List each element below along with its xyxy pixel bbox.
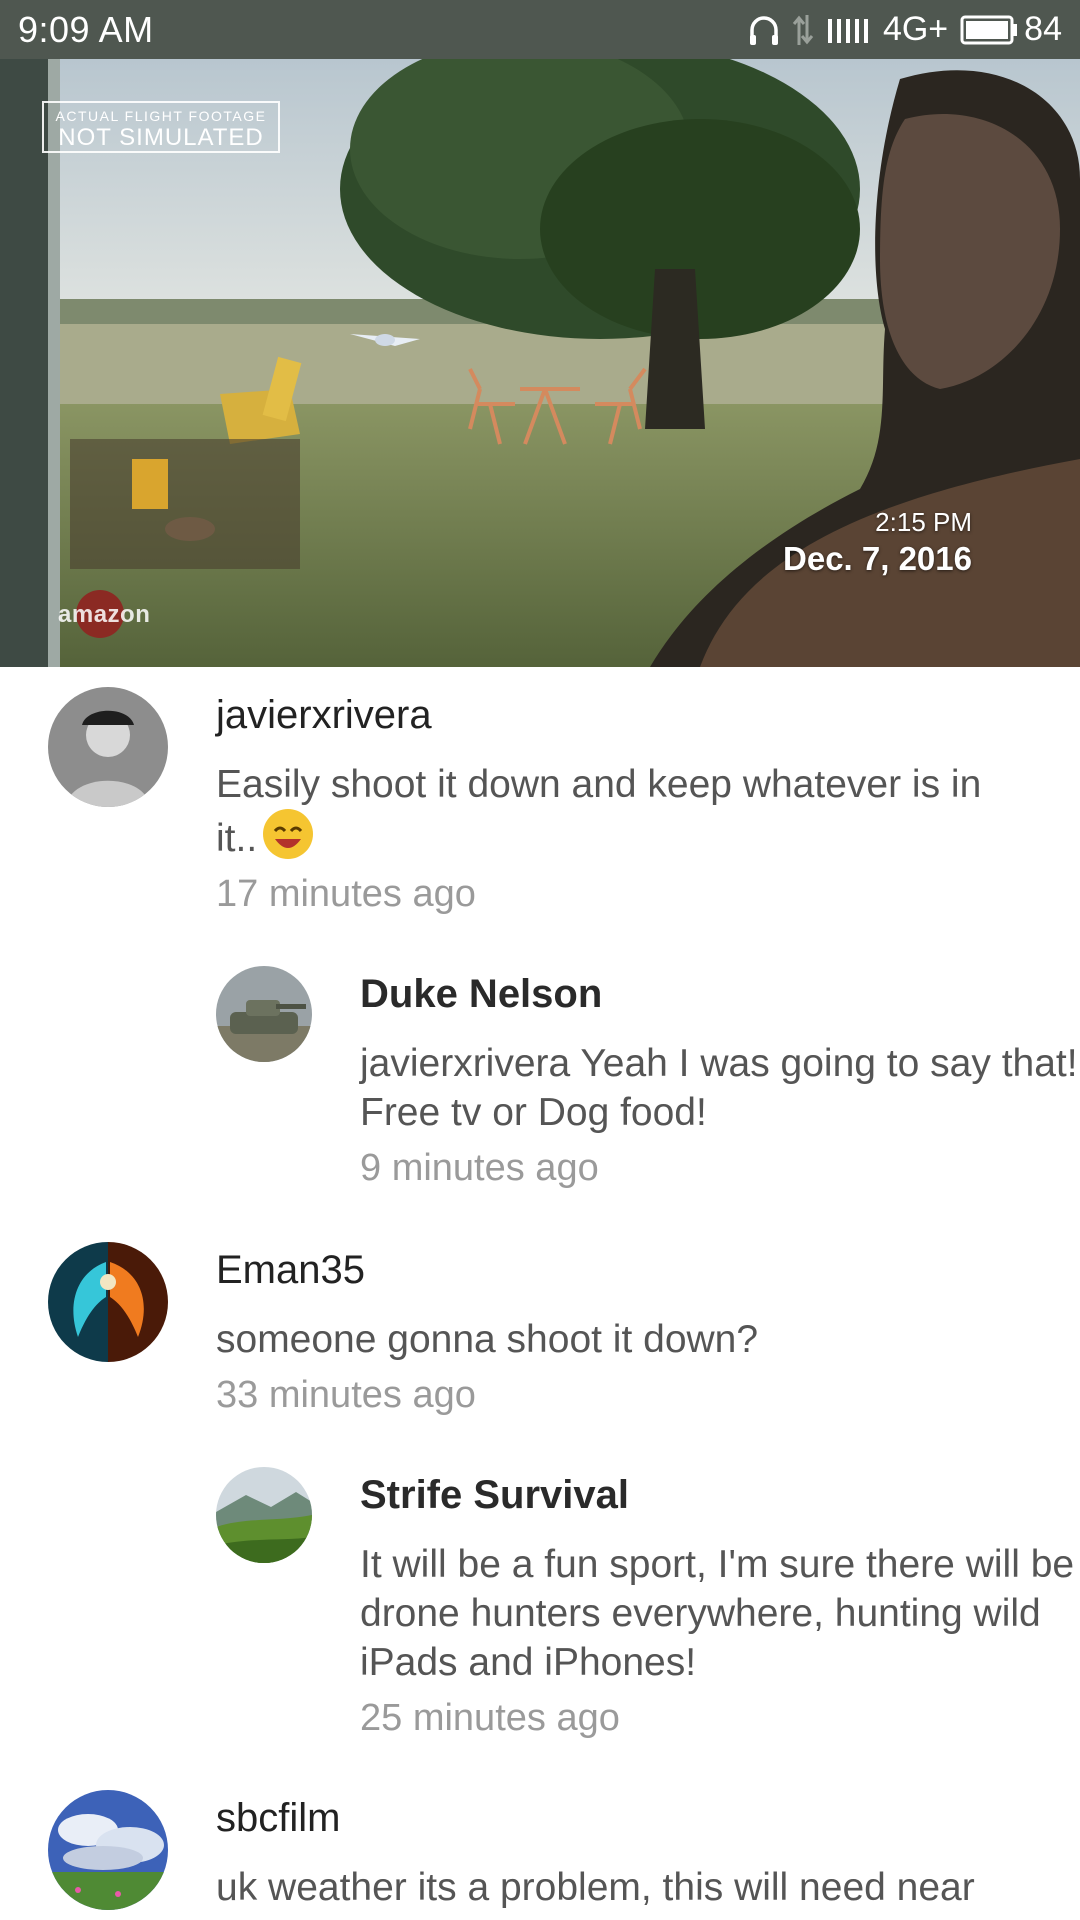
comment-author[interactable]: Strife Survival bbox=[360, 1473, 1080, 1518]
video-date: Dec. 7, 2016 bbox=[783, 540, 972, 577]
comment-author[interactable]: Duke Nelson bbox=[360, 972, 1080, 1017]
comment-text: Easily shoot it down and keep whatever i… bbox=[216, 760, 1006, 863]
video-player[interactable]: ACTUAL FLIGHT FOOTAGE NOT SIMULATED 2:15… bbox=[0, 59, 1080, 667]
comment-list: javierxrivera Easily shoot it down and k… bbox=[0, 667, 1080, 1920]
comment-body: javierxrivera Easily shoot it down and k… bbox=[216, 687, 1006, 916]
comment-body: sbcfilm uk weather its a problem, this w… bbox=[216, 1790, 1006, 1920]
comment-author[interactable]: sbcfilm bbox=[216, 1796, 1006, 1841]
comment-author[interactable]: Eman35 bbox=[216, 1248, 1006, 1293]
data-arrows-icon bbox=[791, 13, 815, 47]
badge-line2: NOT SIMULATED bbox=[58, 124, 264, 151]
avatar[interactable] bbox=[48, 1790, 168, 1910]
battery-indicator: 84 bbox=[960, 10, 1062, 49]
reply-item: Duke Nelson javierxrivera Yeah I was goi… bbox=[0, 966, 1080, 1190]
comment-author[interactable]: javierxrivera bbox=[216, 693, 1006, 738]
comment-text: someone gonna shoot it down? bbox=[216, 1318, 759, 1361]
comment-time: 9 minutes ago bbox=[360, 1147, 599, 1189]
avatar[interactable] bbox=[48, 1242, 168, 1362]
comment-time: 33 minutes ago bbox=[216, 1374, 476, 1416]
reply-item: Strife Survival It will be a fun sport, … bbox=[0, 1467, 1080, 1740]
comment-item: sbcfilm uk weather its a problem, this w… bbox=[0, 1790, 1080, 1920]
brand-logo: amazon bbox=[58, 601, 151, 628]
comment-text-content: Easily shoot it down and keep whatever i… bbox=[216, 763, 982, 860]
avatar[interactable] bbox=[216, 1467, 312, 1563]
comment-time: 25 minutes ago bbox=[360, 1697, 620, 1739]
smiling-face-emoji bbox=[263, 809, 314, 859]
comment-text: uk weather its a problem, this will need… bbox=[216, 1866, 975, 1920]
comment-time: 17 minutes ago bbox=[216, 873, 476, 915]
comment-text: javierxrivera Yeah I was going to say th… bbox=[360, 1042, 1078, 1134]
comment-body: Duke Nelson javierxrivera Yeah I was goi… bbox=[360, 966, 1080, 1190]
video-time: 2:15 PM bbox=[875, 507, 972, 537]
signal-icon bbox=[827, 15, 871, 45]
battery-icon bbox=[960, 15, 1018, 45]
comment-body: Eman35 someone gonna shoot it down? 33 m… bbox=[216, 1242, 1006, 1417]
footage-badge: ACTUAL FLIGHT FOOTAGE NOT SIMULATED bbox=[42, 101, 280, 153]
headphones-icon bbox=[749, 13, 779, 47]
avatar[interactable] bbox=[48, 687, 168, 807]
comment-body: Strife Survival It will be a fun sport, … bbox=[360, 1467, 1080, 1740]
comment-text: It will be a fun sport, I'm sure there w… bbox=[360, 1543, 1075, 1684]
video-timestamp: 2:15 PM Dec. 7, 2016 bbox=[783, 507, 972, 578]
comment-item: Eman35 someone gonna shoot it down? 33 m… bbox=[0, 1242, 1080, 1417]
battery-level: 84 bbox=[1024, 10, 1062, 48]
badge-line1: ACTUAL FLIGHT FOOTAGE bbox=[55, 108, 267, 124]
status-icons: 4G+ 84 bbox=[749, 10, 1062, 49]
comment-item: javierxrivera Easily shoot it down and k… bbox=[0, 687, 1080, 916]
avatar[interactable] bbox=[216, 966, 312, 1062]
network-type: 4G+ bbox=[882, 10, 949, 48]
status-time: 9:09 AM bbox=[18, 8, 154, 50]
status-bar: 9:09 AM 4G+ 84 bbox=[0, 0, 1080, 59]
